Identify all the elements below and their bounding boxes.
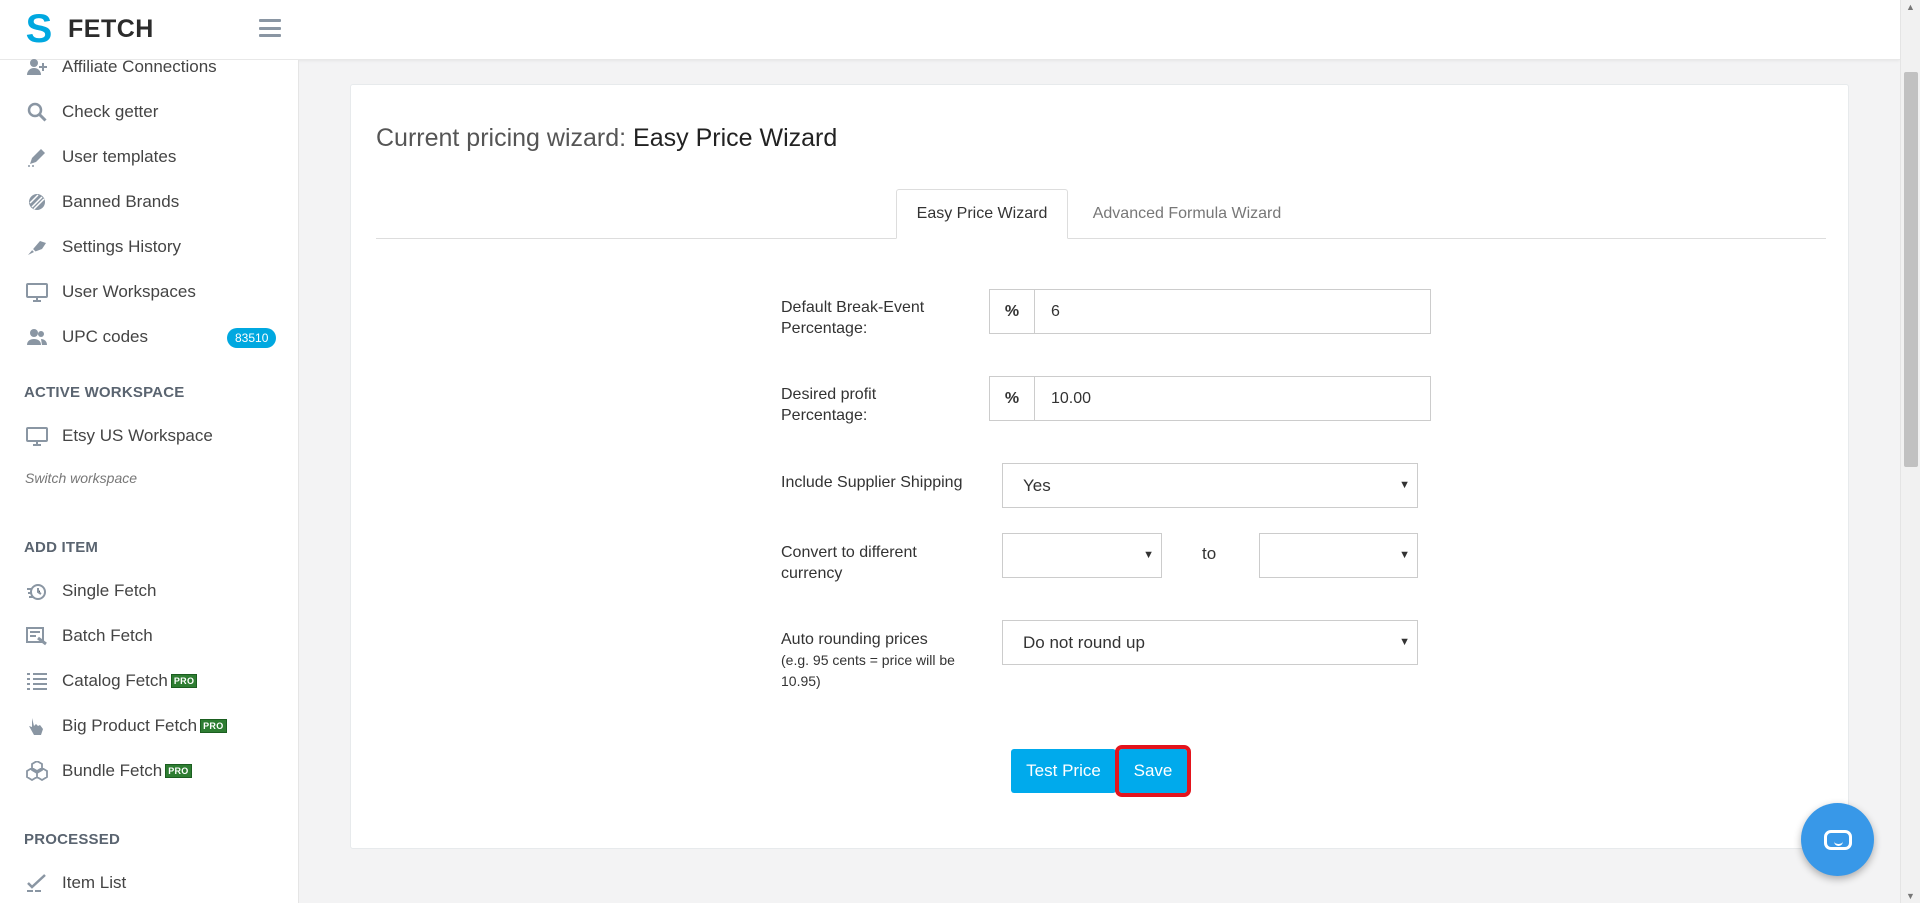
rounding-hint: (e.g. 95 cents = price will be: [781, 652, 955, 668]
shipping-label: Include Supplier Shipping: [781, 474, 963, 491]
test-price-button[interactable]: Test Price: [1011, 749, 1116, 793]
percent-addon: %: [990, 377, 1035, 420]
hand-pointer-icon: [24, 715, 50, 737]
profit-label: Desired profit Percentage:: [781, 386, 877, 424]
sidebar-item-settings-history[interactable]: Settings History: [24, 232, 181, 262]
currency-from-select[interactable]: ▼: [1002, 533, 1162, 578]
sidebar-item-label: Item List: [62, 873, 127, 892]
sidebar-item-item-list[interactable]: Item List: [24, 868, 126, 898]
chat-widget-button[interactable]: [1801, 803, 1874, 876]
shipping-select[interactable]: Yes ▼: [1002, 463, 1418, 508]
sidebar-item-label: Single Fetch: [62, 581, 157, 600]
sidebar-item-batch-fetch[interactable]: Batch Fetch: [24, 621, 153, 651]
title-value: Easy Price Wizard: [633, 124, 838, 152]
chevron-down-icon: ▼: [1143, 549, 1154, 561]
checklist-icon: [24, 872, 50, 894]
scroll-thumb[interactable]: [1904, 72, 1918, 467]
rounding-hint: 10.95): [781, 673, 821, 689]
break-even-label: Default Break-Event Percentage:: [781, 299, 925, 337]
rounding-select[interactable]: Do not round up ▼: [1002, 620, 1418, 665]
logo-icon: S: [25, 7, 53, 51]
rounding-select-value: Do not round up: [1023, 632, 1145, 652]
chevron-down-icon: ▼: [1399, 636, 1410, 648]
currency-to-label: to: [1202, 544, 1217, 563]
sidebar-item-big-product-fetch[interactable]: Big Product Fetch PRO: [24, 711, 227, 741]
history-icon: [24, 236, 50, 258]
sidebar-item-upc-codes[interactable]: UPC codes: [24, 322, 148, 352]
upc-count-badge: 83510: [227, 328, 277, 348]
list-icon: [24, 670, 50, 692]
sidebar-item-label: Settings History: [62, 237, 182, 256]
page-title: Current pricing wizard: Easy Price Wizar…: [376, 124, 837, 153]
sidebar-item-label: Check getter: [62, 102, 159, 121]
batch-fetch-icon: [24, 625, 50, 647]
sidebar-item-catalog-fetch[interactable]: Catalog Fetch PRO: [24, 666, 198, 696]
sidebar-item-label: Affiliate Connections: [62, 57, 217, 76]
profit-input[interactable]: 10.00: [1035, 377, 1430, 420]
single-fetch-icon: [24, 580, 50, 602]
sidebar-item-bundle-fetch[interactable]: Bundle Fetch PRO: [24, 756, 192, 786]
sidebar-item-label: User Workspaces: [62, 282, 196, 301]
tab-easy-price-wizard[interactable]: Easy Price Wizard: [896, 189, 1068, 239]
ban-icon: [24, 191, 50, 213]
section-active-workspace: ACTIVE WORKSPACE: [24, 384, 185, 401]
break-even-input-group: % 6: [989, 289, 1431, 334]
chat-icon: [1823, 829, 1852, 850]
sidebar-item-label: Banned Brands: [62, 192, 180, 211]
monitor-icon: [24, 281, 50, 303]
percent-addon: %: [990, 290, 1035, 333]
monitor-icon: [24, 425, 50, 447]
sidebar-item-label: Catalog Fetch: [62, 671, 168, 690]
sidebar-item-etsy-us-workspace[interactable]: Etsy US Workspace: [24, 421, 213, 451]
sidebar-item-label: Big Product Fetch: [62, 716, 198, 735]
shipping-select-value: Yes: [1023, 475, 1051, 495]
section-processed: PROCESSED: [24, 831, 120, 848]
sidebar-item-banned-brands[interactable]: Banned Brands: [24, 187, 179, 217]
section-add-item: ADD ITEM: [24, 539, 99, 556]
sidebar-item-label: Batch Fetch: [62, 626, 153, 645]
tab-advanced-formula-wizard[interactable]: Advanced Formula Wizard: [1069, 189, 1305, 239]
page-scrollbar[interactable]: ▲ ▼: [1900, 0, 1920, 903]
pro-badge: PRO: [170, 674, 198, 688]
search-icon: [24, 101, 50, 123]
chevron-down-icon: ▼: [1399, 479, 1410, 491]
break-even-input[interactable]: 6: [1035, 290, 1430, 333]
rounding-label: Auto rounding prices (e.g. 95 cents = pr…: [781, 629, 955, 692]
pro-badge: PRO: [165, 764, 192, 778]
sidebar-item-user-workspaces[interactable]: User Workspaces: [24, 277, 196, 307]
sidebar-item-label: Bundle Fetch: [62, 761, 163, 780]
cubes-icon: [24, 760, 50, 782]
switch-workspace-link[interactable]: Switch workspace: [25, 470, 137, 486]
title-prefix: Current pricing wizard:: [376, 124, 627, 152]
app-logo[interactable]: S FETCH: [22, 7, 154, 51]
sidebar-item-single-fetch[interactable]: Single Fetch: [24, 576, 157, 606]
profit-input-group: % 10.00: [989, 376, 1431, 421]
sidebar-item-check-getter[interactable]: Check getter: [24, 97, 158, 127]
chevron-down-icon: ▼: [1399, 549, 1410, 561]
currency-to-select[interactable]: ▼: [1259, 533, 1418, 578]
pricing-wizard-card: Current pricing wizard: Easy Price Wizar…: [350, 84, 1849, 849]
sidebar-item-label: UPC codes: [62, 327, 148, 346]
scroll-down-icon[interactable]: ▼: [1906, 891, 1915, 901]
sidebar-item-affiliate-connections[interactable]: Affiliate Connections: [24, 52, 217, 82]
menu-toggle-icon[interactable]: [259, 19, 281, 37]
edit-icon: [24, 146, 50, 168]
sidebar-item-label: Etsy US Workspace: [62, 426, 213, 445]
pro-badge: PRO: [200, 719, 227, 733]
users-icon: [24, 326, 50, 348]
user-plus-icon: [24, 56, 50, 78]
logo-text: FETCH: [68, 14, 154, 43]
sidebar-item-user-templates[interactable]: User templates: [24, 142, 176, 172]
save-button[interactable]: Save: [1115, 745, 1191, 797]
sidebar-item-label: User templates: [62, 147, 177, 166]
currency-label: Convert to different currency: [781, 544, 917, 582]
scroll-up-icon[interactable]: ▲: [1906, 2, 1915, 12]
top-header: S FETCH: [0, 0, 1900, 60]
